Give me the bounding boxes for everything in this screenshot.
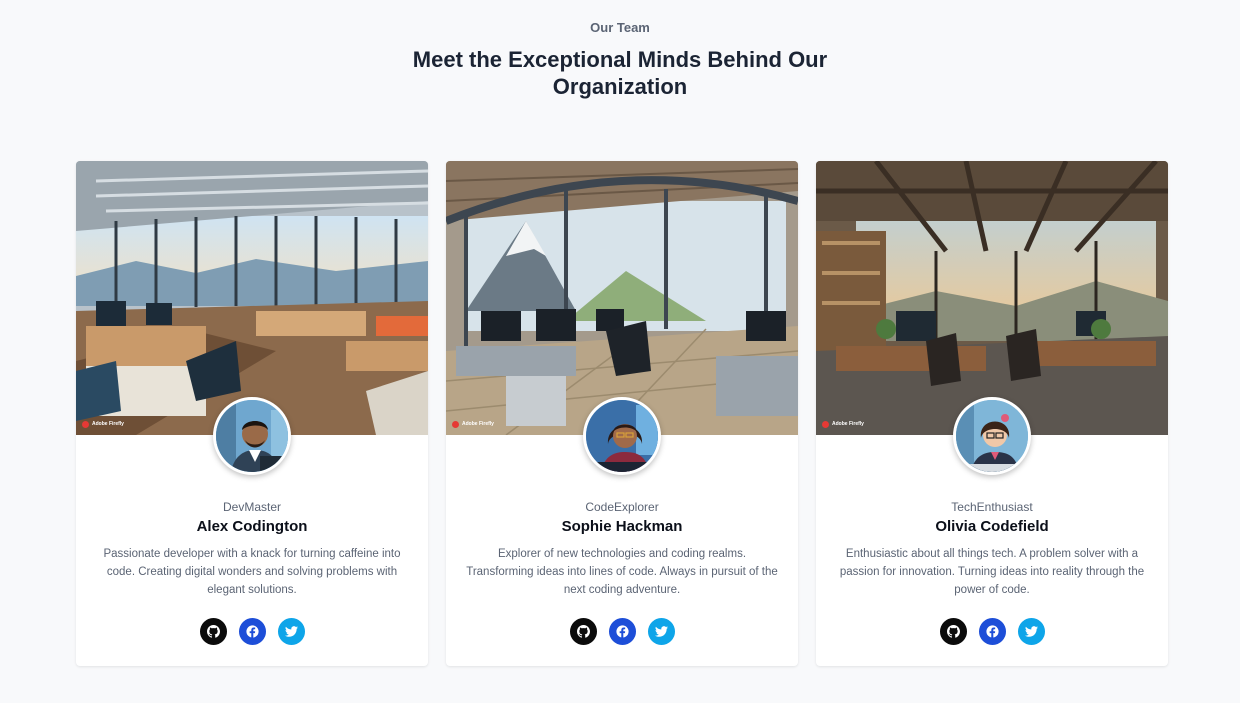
facebook-button[interactable]: [238, 618, 266, 645]
adobe-firefly-badge: Adobe Firefly: [452, 419, 494, 429]
social-links: [76, 618, 428, 645]
twitter-icon: [1024, 626, 1038, 637]
adobe-logo-icon: [452, 420, 459, 428]
section-eyebrow: Our Team: [590, 20, 650, 35]
twitter-icon: [654, 626, 668, 637]
office-scene-image: Adobe Firefly: [76, 161, 428, 435]
github-button[interactable]: [569, 618, 597, 645]
twitter-button[interactable]: [277, 618, 305, 645]
facebook-icon: [615, 625, 629, 638]
member-bio: Passionate developer with a knack for tu…: [103, 548, 401, 596]
twitter-button[interactable]: [1017, 618, 1045, 645]
badge-label: Adobe Firefly: [462, 421, 494, 427]
office-scene-image: Adobe Firefly: [446, 161, 798, 435]
member-bio: Enthusiastic about all things tech. A pr…: [839, 548, 1145, 596]
team-cards: Adobe Firefly DevMaster Alex Codington P…: [76, 161, 1168, 666]
team-card: Adobe Firefly TechEnthusiast Olivia Code…: [816, 161, 1168, 666]
facebook-icon: [985, 625, 999, 638]
member-handle: DevMaster: [222, 500, 281, 514]
badge-label: Adobe Firefly: [92, 421, 124, 427]
avatar: [583, 397, 661, 475]
github-icon: [946, 625, 960, 638]
member-bio: Explorer of new technologies and coding …: [466, 548, 778, 596]
github-button[interactable]: [939, 618, 967, 645]
office-scene-image: Adobe Firefly: [816, 161, 1168, 435]
section-title: Meet the Exceptional Minds Behind Our Or…: [0, 46, 1240, 100]
member-handle: CodeExplorer: [585, 500, 659, 514]
github-icon: [206, 625, 220, 638]
team-card: Adobe Firefly DevMaster Alex Codington P…: [76, 161, 428, 666]
github-icon: [576, 625, 590, 638]
facebook-icon: [245, 625, 259, 638]
adobe-logo-icon: [822, 420, 829, 428]
adobe-firefly-badge: Adobe Firefly: [822, 419, 864, 429]
facebook-button[interactable]: [608, 618, 636, 645]
member-name: Alex Codington: [196, 518, 308, 535]
adobe-firefly-badge: Adobe Firefly: [82, 419, 124, 429]
section-title-line2: Organization: [552, 74, 688, 99]
member-name: Sophie Hackman: [561, 518, 683, 535]
team-card: Adobe Firefly CodeExplorer Sophie Hackma…: [446, 161, 798, 666]
avatar: [953, 397, 1031, 475]
member-handle: TechEnthusiast: [951, 500, 1033, 514]
twitter-button[interactable]: [647, 618, 675, 645]
avatar: [213, 397, 291, 475]
section-title-line1: Meet the Exceptional Minds Behind Our: [412, 47, 828, 72]
facebook-button[interactable]: [978, 618, 1006, 645]
badge-label: Adobe Firefly: [832, 421, 864, 427]
github-button[interactable]: [199, 618, 227, 645]
twitter-icon: [284, 626, 298, 637]
adobe-logo-icon: [82, 420, 89, 428]
social-links: [816, 618, 1168, 645]
member-name: Olivia Codefield: [935, 518, 1049, 535]
social-links: [446, 618, 798, 645]
